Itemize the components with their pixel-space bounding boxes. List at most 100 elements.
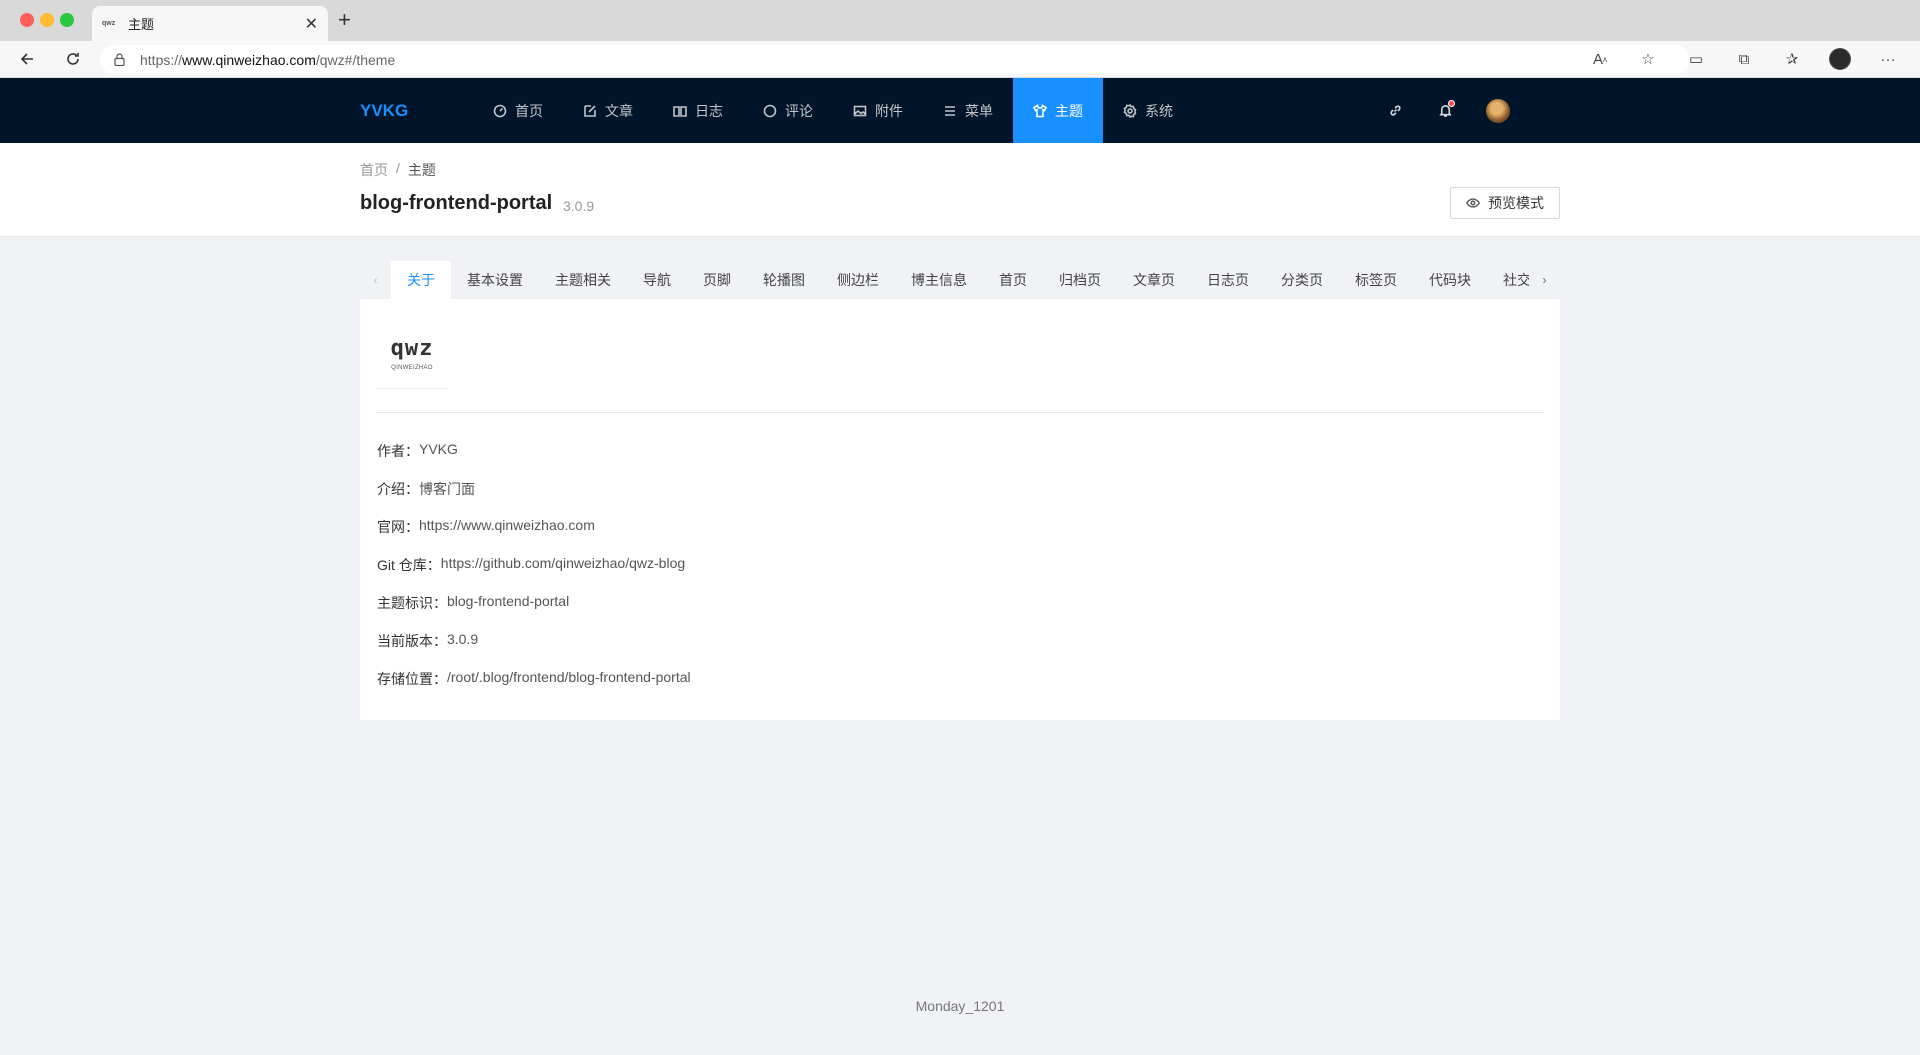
menu-item-comments[interactable]: 评论 [743,78,833,143]
reload-button[interactable] [62,48,84,70]
menu-item-label: 评论 [785,102,813,119]
divider [376,412,1544,413]
tabs-scroll-right-icon[interactable]: › [1529,261,1560,299]
window-close-button[interactable] [20,13,34,27]
tab-2[interactable]: 主题相关 [539,261,627,299]
tab-15[interactable]: 社交 [1487,261,1529,299]
tab-close-icon[interactable]: ✕ [305,14,318,34]
tab-4[interactable]: 页脚 [687,261,747,299]
window-maximize-button[interactable] [60,13,74,27]
website-link[interactable]: https://www.qinweizhao.com [419,517,595,555]
book-icon [673,105,687,117]
breadcrumb-current: 主题 [407,162,436,178]
info-row-storage-path: 存储位置： /root/.blog/frontend/blog-frontend… [377,669,691,707]
menu-item-label: 首页 [515,102,543,119]
menu-icon [945,105,955,116]
menu-item-home[interactable]: 首页 [473,78,563,143]
browser-extension-icons: Aʌ ☆ ▭ ⧉ ✰ ··· [1576,47,1912,71]
info-label: 介绍： [377,481,419,497]
menu-item-menus[interactable]: 菜单 [923,78,1013,143]
read-aloud-icon[interactable]: Aʌ [1576,47,1624,71]
info-label: 官网： [377,519,419,535]
url-host: www.qinweizhao.com [182,51,316,68]
info-value: 3.0.9 [447,631,479,647]
info-row-git-repo: Git 仓库： https://github.com/qinweizhao/qw… [377,555,691,593]
info-label: 主题标识： [377,595,447,611]
app-header: YVKG 首页 文章 日志 评论 附件 菜单 主题 系统 [0,78,1920,143]
tab-14[interactable]: 代码块 [1413,261,1487,299]
menu-item-themes[interactable]: 主题 [1013,78,1103,143]
edit-icon [584,104,596,117]
favorite-add-icon[interactable]: ☆ [1624,47,1672,71]
user-menu-button[interactable] [1470,78,1520,143]
page-title: blog-frontend-portal [360,192,553,214]
lock-icon [114,53,126,67]
screen-cast-icon[interactable]: ▭ [1672,47,1720,71]
preview-mode-button[interactable]: 预览模式 [1450,187,1560,219]
new-tab-button[interactable]: + [338,9,351,31]
tab-8[interactable]: 首页 [983,261,1043,299]
info-row-description: 介绍： 博客门面 [377,479,691,517]
notification-button[interactable] [1420,78,1470,143]
theme-logo-subtext: QINWEIZHAO [391,365,433,371]
breadcrumb-separator: / [396,160,400,176]
more-menu-icon[interactable]: ··· [1864,47,1912,71]
arrow-left-icon [20,53,33,65]
tab-3[interactable]: 导航 [627,261,687,299]
git-repo-link[interactable]: https://github.com/qinweizhao/qwz-blog [441,555,685,593]
menu-item-label: 菜单 [965,102,993,119]
url-prefix: https:// [140,51,183,68]
tab-7[interactable]: 博主信息 [895,261,983,299]
profile-button[interactable] [1816,47,1864,71]
info-row-version: 当前版本： 3.0.9 [377,631,691,669]
menu-item-posts[interactable]: 文章 [563,78,653,143]
info-value: /root/.blog/frontend/blog-frontend-porta… [447,669,691,685]
about-panel: qwz QINWEIZHAO 作者： YVKG 介绍： 博客门面 官网： htt… [360,299,1560,720]
window-minimize-button[interactable] [40,13,54,27]
dashboard-icon [493,104,507,117]
tabs-scroll-left-icon[interactable]: ‹ [360,261,391,299]
notification-badge [1448,100,1455,107]
menu-item-label: 系统 [1145,102,1173,119]
tab-13[interactable]: 标签页 [1339,261,1413,299]
tab-12[interactable]: 分类页 [1265,261,1339,299]
info-value: 博客门面 [419,481,475,497]
tab-5[interactable]: 轮播图 [747,261,821,299]
browser-tab-title: 主题 [128,17,155,32]
tab-9[interactable]: 归档页 [1043,261,1117,299]
header-actions [1370,78,1520,143]
info-value: YVKG [419,441,458,457]
theme-logo-text: qwz [390,336,434,361]
tab-6[interactable]: 侧边栏 [821,261,895,299]
favorites-icon[interactable]: ✰ [1768,47,1816,71]
skin-icon [1033,103,1047,117]
extensions-icon[interactable]: ⧉ [1720,47,1768,71]
browser-tab-strip: qwz 主题 ✕ + [0,0,1920,41]
favicon-icon: qwz [102,20,116,27]
tab-1[interactable]: 基本设置 [451,261,539,299]
theme-info-list: 作者： YVKG 介绍： 博客门面 官网： https://www.qinwei… [377,441,691,707]
info-row-theme-id: 主题标识： blog-frontend-portal [377,593,691,631]
menu-item-system[interactable]: 系统 [1103,78,1193,143]
tab-10[interactable]: 文章页 [1117,261,1191,299]
breadcrumb-home-link[interactable]: 首页 [360,160,388,180]
brand-logo[interactable]: YVKG [360,78,408,143]
tab-11[interactable]: 日志页 [1191,261,1265,299]
menu-item-journals[interactable]: 日志 [653,78,743,143]
url-path: /qwz#/theme [315,51,396,68]
settings-tabs: ‹ 关于 基本设置 主题相关 导航 页脚 轮播图 侧边栏 博主信息 首页 归档页 文章页 日志页 分类页… [360,261,1560,299]
back-button[interactable] [16,48,38,70]
address-bar[interactable]: https://www.qinweizhao.com/qwz#/theme [100,45,1690,74]
browser-tab[interactable]: qwz 主题 ✕ [92,6,328,41]
setting-icon [1123,103,1137,118]
tab-0[interactable]: 关于 [391,261,451,299]
reload-icon [67,53,79,65]
menu-item-label: 附件 [875,102,903,119]
eye-icon [1466,198,1480,208]
link-button[interactable] [1370,78,1420,143]
picture-icon [853,105,867,116]
menu-item-attachments[interactable]: 附件 [833,78,923,143]
page-header: 首页 / 主题 blog-frontend-portal 3.0.9 预览模式 [0,143,1920,237]
main-menu: 首页 文章 日志 评论 附件 菜单 主题 系统 [473,78,1193,143]
tab-list: 关于 基本设置 主题相关 导航 页脚 轮播图 侧边栏 博主信息 首页 归档页 文章页 日志页 分类页 标签… [391,261,1529,299]
